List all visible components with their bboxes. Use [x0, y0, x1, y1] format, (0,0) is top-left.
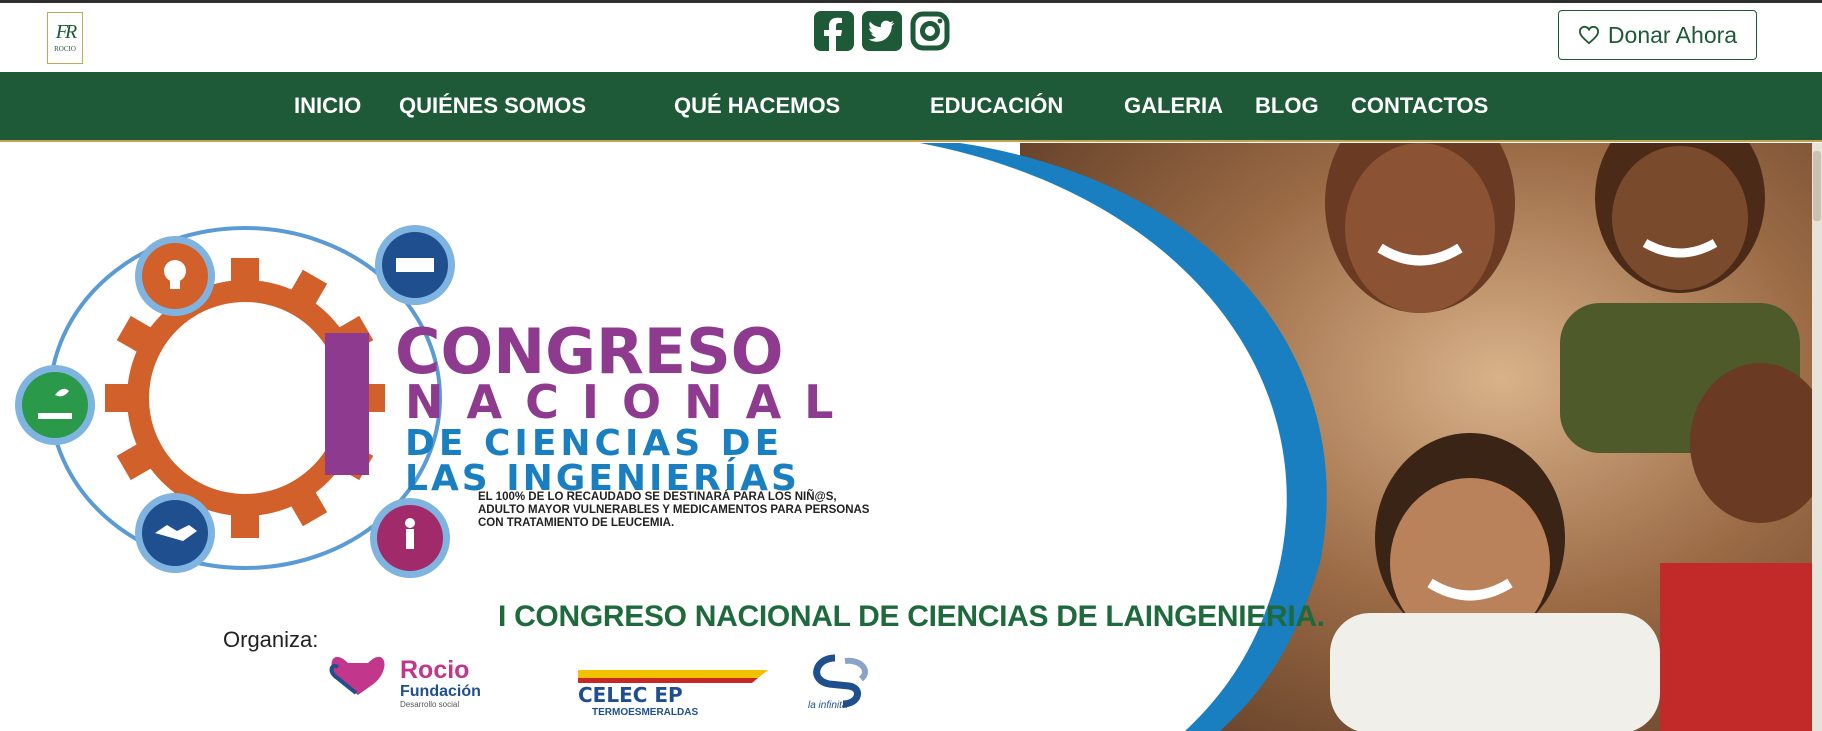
hero-slider[interactable]: CONGRESO NACIONAL DE CIENCIAS DE LAS ING… [0, 143, 1822, 731]
heart-icon [1578, 25, 1599, 45]
chevron-right-icon[interactable] [0, 428, 24, 460]
hero-headline: I CONGRESO NACIONAL DE CIENCIAS DE LAING… [498, 600, 1325, 633]
poster-line-2: NACIONAL [405, 375, 857, 429]
hero-slide-image: CONGRESO NACIONAL DE CIENCIAS DE LAS ING… [0, 143, 1822, 731]
books-icon [375, 225, 455, 305]
poster-note-3: CON TRATAMIENTO DE LEUCEMIA. [478, 517, 674, 529]
nav-item-quienes-somos[interactable]: QUIÉNES SOMOS [399, 72, 586, 140]
sponsor1-sub: Fundación [400, 683, 481, 700]
sponsor1-tag: Desarrollo social [400, 700, 459, 709]
nav-item-educacion[interactable]: EDUCACIÓN [930, 72, 1063, 140]
nav-item-inicio[interactable]: INICIO [294, 72, 361, 140]
donate-button[interactable]: Donar Ahora [1558, 10, 1757, 60]
sponsor2-name: CELEC EP [578, 683, 683, 707]
nav-item-que-hacemos[interactable]: QUÉ HACEMOS [674, 72, 840, 140]
site-logo[interactable]: FR ROCIO [47, 12, 83, 64]
main-nav: INICIO QUIÉNES SOMOS QUÉ HACEMOS EDUCACI… [0, 72, 1822, 142]
scrollbar-thumb[interactable] [1813, 151, 1821, 221]
numeral-i [325, 333, 369, 475]
poster-note-2: ADULTO MAYOR VULNERABLES Y MEDICAMENTOS … [478, 504, 870, 516]
plant-hand-icon [15, 365, 95, 445]
poster-note-1: EL 100% DE LO RECAUDADO SE DESTINARÁ PAR… [478, 490, 837, 503]
scrollbar[interactable] [1812, 143, 1822, 731]
donate-label: Donar Ahora [1607, 21, 1738, 48]
nav-item-galeria[interactable]: GALERIA [1124, 72, 1223, 140]
logo-monogram: FR [55, 21, 77, 43]
twitter-icon[interactable] [862, 11, 902, 51]
organiza-label: Organiza: [223, 627, 318, 652]
nav-item-blog[interactable]: BLOG [1255, 72, 1319, 140]
nav-item-contactos[interactable]: CONTACTOS [1351, 72, 1488, 140]
logo-name: ROCIO [54, 45, 76, 53]
handshake-icon [135, 493, 215, 573]
header: FR ROCIO Donar Ahora [0, 3, 1822, 72]
sponsor1-name: Rocio [400, 656, 469, 684]
instagram-icon[interactable] [910, 11, 950, 51]
sponsor3-name: la infinita [808, 700, 848, 711]
walker-icon [370, 498, 450, 578]
facebook-icon[interactable] [814, 11, 854, 51]
sponsor2-sub: TERMOESMERALDAS [592, 707, 698, 718]
lightbulb-icon [135, 236, 215, 316]
